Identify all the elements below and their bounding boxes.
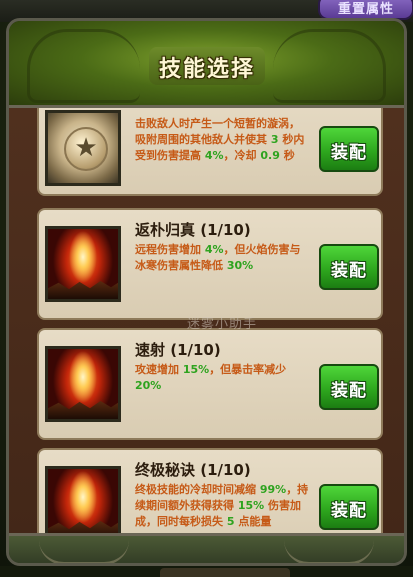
watermark-text: 迷雾小助手: [187, 317, 258, 332]
reset-attributes-button[interactable]: 重置属性: [318, 0, 413, 20]
flame-burst-icon: [48, 349, 118, 419]
skill-list[interactable]: ★ 击败敌人时产生一个短暂的漩涡，吸附周围的其他敌人并使其 3 秒内受到伤害提高…: [9, 108, 404, 533]
equip-button[interactable]: 装配: [319, 244, 379, 290]
header-ornament-left: [27, 29, 140, 103]
header-ornament-right: [273, 29, 386, 103]
panel-footer: [9, 533, 404, 563]
partial-button-below: [160, 568, 290, 577]
skill-name: 返朴归真 (1/10): [135, 221, 251, 239]
equip-button[interactable]: 装配: [319, 126, 379, 172]
equip-button-label: 装配: [331, 501, 367, 521]
game-screen: 重置属性 技能选择 ★ 击败敌人时产生一个短暂的漩涡，吸附周围的其他敌人并使其 …: [0, 0, 413, 577]
skill-description: 击败敌人时产生一个短暂的漩涡，吸附周围的其他敌人并使其 3 秒内受到伤害提高 4…: [135, 117, 305, 162]
panel-title: 技能选择: [158, 57, 255, 82]
skill-description: 终极技能的冷却时间减缩 99%，持续期间额外获得获得 15% 伤害加成，同时每秒…: [135, 483, 309, 528]
flame-burst-icon: [48, 229, 118, 299]
skill-icon-frame: ★: [45, 110, 121, 186]
skill-name: 速射 (1/10): [135, 341, 221, 359]
footer-ornament-left: [39, 540, 129, 563]
skill-icon-frame: [45, 466, 121, 533]
skill-name: 终极秘诀 (1/10): [135, 461, 251, 479]
bottom-bar: [0, 566, 413, 577]
reset-attributes-label: 重置属性: [337, 2, 394, 17]
footer-ornament-right: [284, 540, 374, 563]
skill-icon-frame: [45, 346, 121, 422]
equip-button-label: 装配: [331, 381, 367, 401]
flame-burst-icon: [48, 469, 118, 533]
skill-card-ultimate-secret: 终极秘诀 (1/10) 终极技能的冷却时间减缩 99%，持续期间额外获得获得 1…: [37, 448, 383, 533]
skill-card-rapid-fire: 速射 (1/10) 攻速增加 15%，但暴击率减少 20% 装配: [37, 328, 383, 440]
equip-button-label: 装配: [331, 261, 367, 281]
equip-button-label: 装配: [331, 143, 367, 163]
skill-card-vortex: ★ 击败敌人时产生一个短暂的漩涡，吸附周围的其他敌人并使其 3 秒内受到伤害提高…: [37, 108, 383, 196]
skill-description: 攻速增加 15%，但暴击率减少 20%: [135, 363, 287, 392]
skill-card-return-to-simplicity: 返朴归真 (1/10) 远程伤害增加 4%，但火焰伤害与冰寒伤害属性降低 30%…: [37, 208, 383, 320]
skill-select-panel: 技能选择 ★ 击败敌人时产生一个短暂的漩涡，吸附周围的其他敌人并使其 3 秒内受…: [6, 18, 407, 566]
equip-button[interactable]: 装配: [319, 364, 379, 410]
skill-icon-frame: [45, 226, 121, 302]
equip-button[interactable]: 装配: [319, 484, 379, 530]
skill-description: 远程伤害增加 4%，但火焰伤害与冰寒伤害属性降低 30%: [135, 243, 301, 272]
coin-star-icon: ★: [48, 113, 118, 183]
panel-header: 技能选择: [9, 21, 404, 108]
title-plate: 技能选择: [149, 47, 265, 85]
